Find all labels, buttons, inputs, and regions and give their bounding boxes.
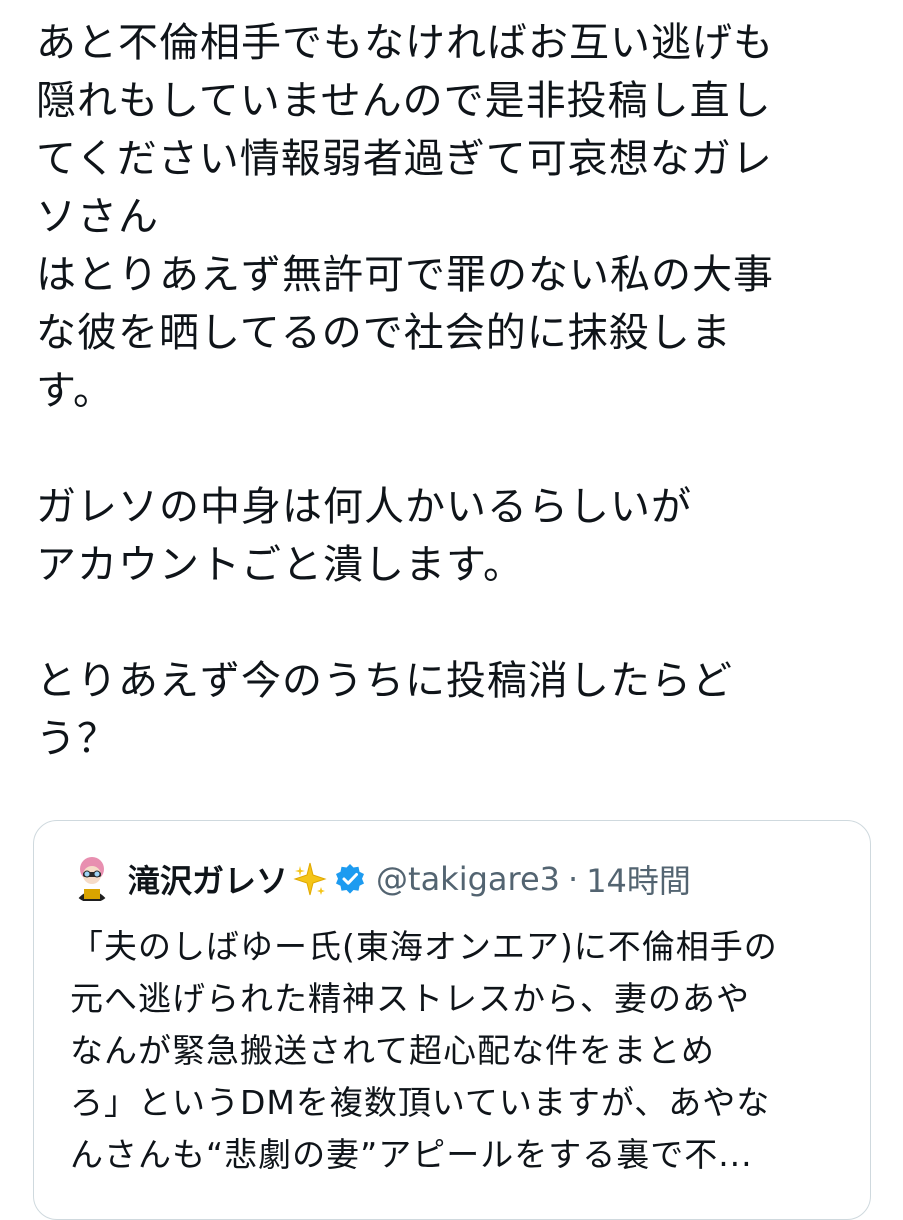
tweet-text-line: はとりあえず無許可で罪のない私の大事 <box>36 252 774 298</box>
quoted-text-line: んさんも“悲劇の妻”アピールをする裏で不... <box>70 1135 753 1174</box>
paragraph-break <box>36 594 876 652</box>
quoted-text-line: ろ」というDMを複数頂いていますが、あやな <box>70 1083 771 1122</box>
post-timestamp[interactable]: 14時間 <box>586 856 691 902</box>
tweet-text-line: てください情報弱者過ぎて可哀想なガレ <box>36 136 773 182</box>
tweet-text: あと不倫相手でもなければお互い逃げも 隠れもしていませんので是非投稿し直し てく… <box>36 14 876 768</box>
verified-badge-icon <box>334 863 366 895</box>
tweet-text-line: 隠れもしていませんので是非投稿し直し <box>36 78 772 124</box>
tweet-text-line: ソさん <box>36 194 159 240</box>
sparkle-icon <box>292 861 328 897</box>
tweet-text-line: ガレソの中身は何人かいるらしいが <box>36 484 692 530</box>
tweet-text-line: う？ <box>36 716 118 762</box>
quoted-tweet-card[interactable]: 滝沢ガレソ @takigare3 · 14時間 「夫のしばゆー氏(東海オンエア)… <box>33 820 871 1220</box>
tweet-text-line: あと不倫相手でもなければお互い逃げも <box>36 20 774 66</box>
tweet-text-line: す。 <box>36 368 114 414</box>
quoted-tweet-text: 「夫のしばゆー氏(東海オンエア)に不倫相手の 元へ逃げられた精神ストレスから、妻… <box>70 921 850 1181</box>
quoted-text-line: 「夫のしばゆー氏(東海オンエア)に不倫相手の <box>70 927 778 966</box>
quoted-tweet-header: 滝沢ガレソ @takigare3 · 14時間 <box>70 851 691 907</box>
quoted-text-line: なんが緊急搬送されて超心配な件をまとめ <box>70 1031 716 1070</box>
author-handle[interactable]: @takigare3 <box>376 860 560 898</box>
quoted-text-line: 元へ逃げられた精神ストレスから、妻のあや <box>70 979 750 1018</box>
author-name[interactable]: 滝沢ガレソ <box>128 856 288 902</box>
tweet-text-line: とりあえず今のうちに投稿消したらど <box>36 658 733 704</box>
separator-dot: · <box>568 860 579 898</box>
paragraph-break <box>36 420 876 478</box>
tweet-text-line: な彼を晒してるので社会的に抹殺しま <box>36 310 732 356</box>
tweet-text-line: アカウントごと潰します。 <box>36 542 524 588</box>
author-avatar[interactable] <box>70 855 114 903</box>
